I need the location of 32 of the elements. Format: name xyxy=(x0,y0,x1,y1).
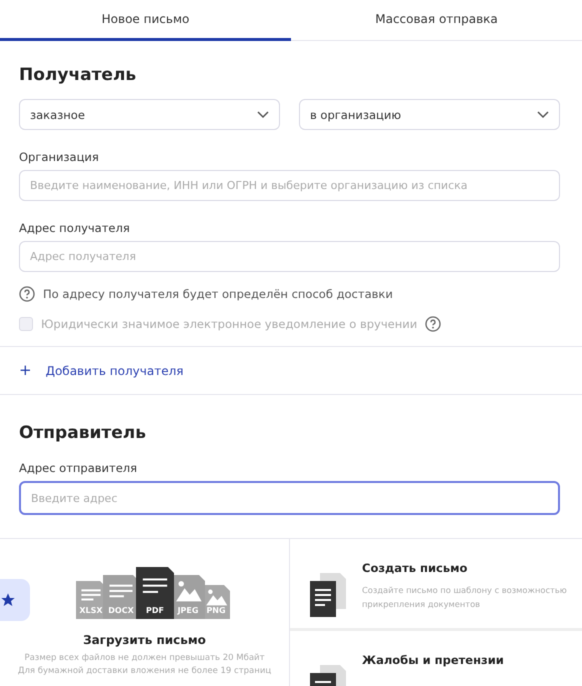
file-type-icon: DOCX xyxy=(103,575,139,619)
plus-icon[interactable]: + xyxy=(19,363,32,378)
field-label: Адрес получателя xyxy=(19,221,131,235)
add-recipient-link[interactable]: Добавить получателя xyxy=(46,364,184,378)
upload-note: Размер всех файлов не должен превышать 20 Мбайт xyxy=(24,653,265,663)
chevron-down-icon xyxy=(537,110,549,118)
help-icon[interactable] xyxy=(19,286,35,302)
action-card[interactable]: Создать письмо Создайте письмо по шаблону с возможностью прикрепления документов xyxy=(290,539,582,631)
input-field[interactable]: Введите адрес xyxy=(19,481,560,515)
action-description: Создайте письмо по шаблону с возможностью прикрепления документов xyxy=(362,584,568,612)
section-heading: Получатель xyxy=(19,64,138,87)
field-label: Адрес отправителя xyxy=(19,461,138,475)
tab[interactable]: Массовая отправка xyxy=(291,0,582,41)
file-type-icon: PDF xyxy=(136,567,174,619)
star-icon xyxy=(0,592,16,608)
dropdown[interactable]: в организацию xyxy=(299,99,560,130)
dropdown[interactable]: заказное xyxy=(19,99,280,130)
chevron-down-icon xyxy=(257,110,269,118)
hint-text: По адресу получателя будет определён способ доставки xyxy=(43,287,393,301)
action-title: Создать письмо xyxy=(362,561,468,575)
checkbox-label: Юридически значимое электронное уведомление о вручении xyxy=(41,317,418,331)
file-type-icon: XLSX xyxy=(76,581,106,619)
upload-title[interactable]: Загрузить письмо xyxy=(83,633,206,647)
action-card[interactable]: Жалобы и претензии xyxy=(290,631,582,686)
section-heading: Отправитель xyxy=(19,422,147,443)
document-icon xyxy=(310,573,346,617)
upload-note: Для бумажной доставки вложения не более 19 страниц xyxy=(18,666,272,676)
tab[interactable]: Новое письмо xyxy=(0,0,291,41)
action-title: Жалобы и претензии xyxy=(362,653,504,667)
field-label: Организация xyxy=(19,150,100,164)
help-icon[interactable] xyxy=(425,316,442,332)
file-type-icon: JPEG xyxy=(171,575,205,619)
